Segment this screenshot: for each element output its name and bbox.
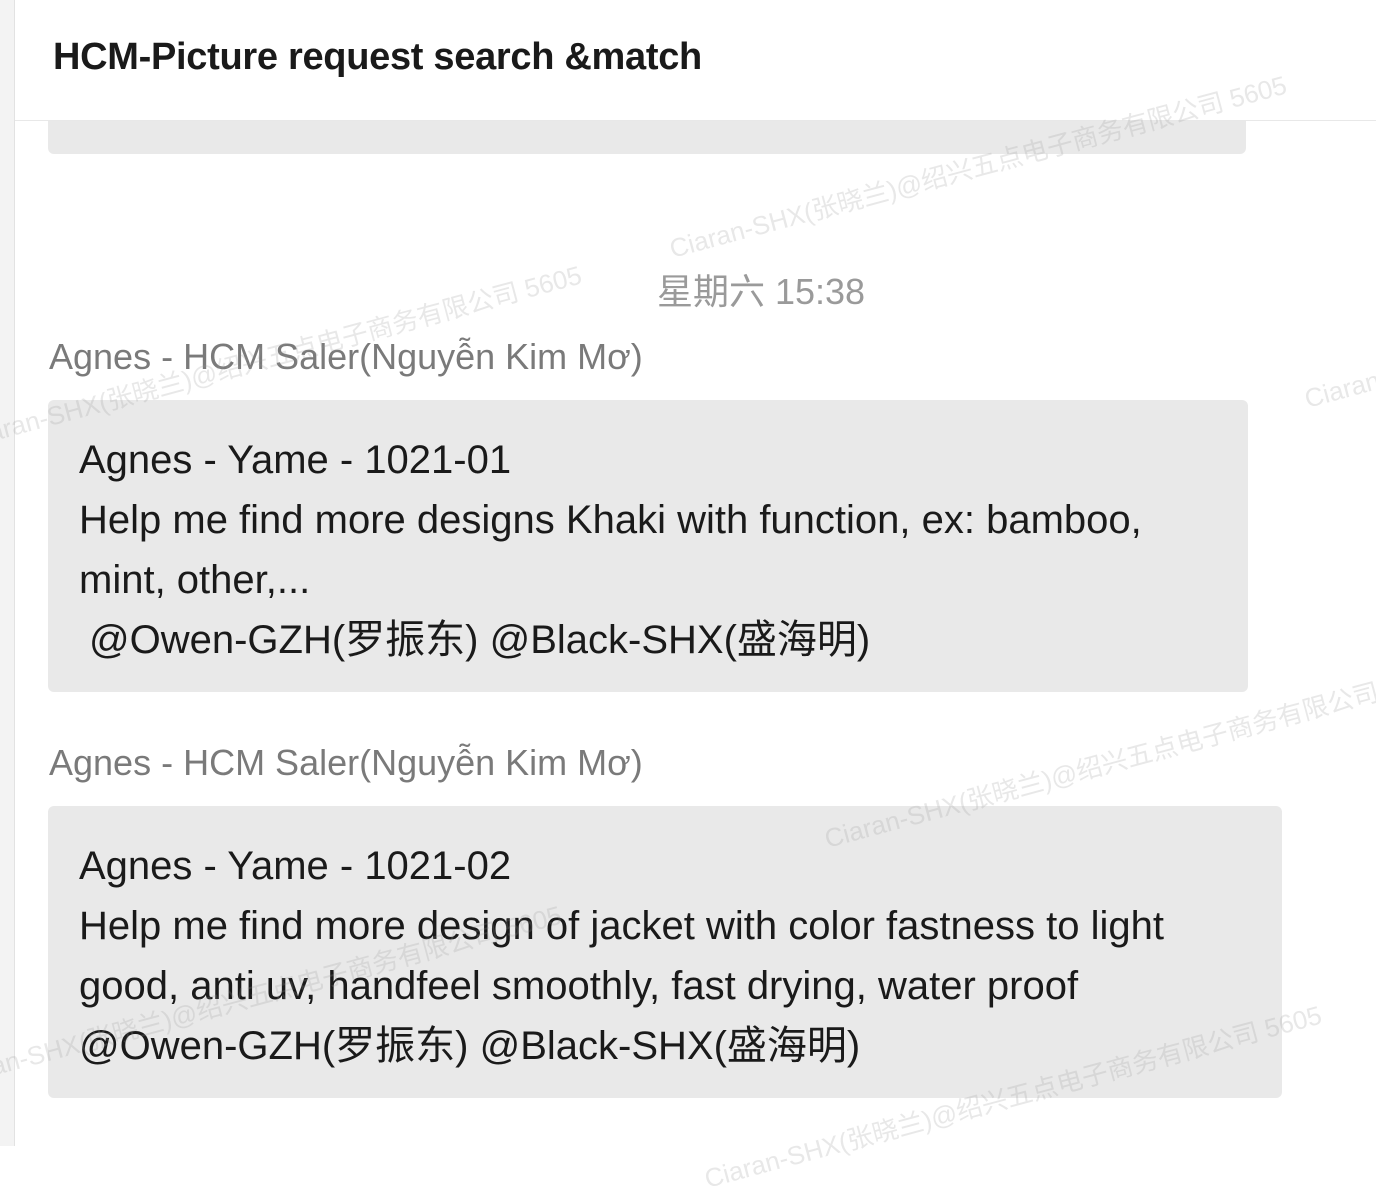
sender-name[interactable]: Agnes - HCM Saler(Nguyễn Kim Mơ) (49, 336, 643, 378)
left-rail (0, 0, 15, 1146)
message-line: Agnes - Yame - 1021-01 (79, 438, 512, 482)
mention-line: @Owen-GZH(罗振东) @Black-SHX(盛海明) (79, 610, 1218, 670)
mention-black[interactable]: @Black-SHX(盛海明) (480, 1024, 861, 1068)
mention-owen[interactable]: @Owen-GZH(罗振东) (79, 1024, 469, 1068)
mention-black[interactable]: @Black-SHX(盛海明) (490, 618, 871, 662)
message-bubble[interactable]: Agnes - Yame - 1021-02 Help me find more… (48, 806, 1282, 1098)
mention-line: @Owen-GZH(罗振东) @Black-SHX(盛海明) (79, 1016, 1252, 1076)
message-line: Agnes - Yame - 1021-02 (79, 844, 512, 888)
message-bubble[interactable]: Agnes - Yame - 1021-01 Help me find more… (48, 400, 1248, 692)
message-line: Help me find more designs Khaki with fun… (79, 498, 1142, 542)
message-line: good, anti uv, handfeel smoothly, fast d… (79, 964, 1079, 1008)
previous-message-bubble (48, 121, 1246, 154)
message-timestamp: 星期六 15:38 (656, 271, 866, 312)
chat-header: HCM-Picture request search &match (15, 0, 1376, 121)
mention-owen[interactable]: @Owen-GZH(罗振东) (89, 618, 479, 662)
chat-title: HCM-Picture request search &match (53, 36, 702, 78)
message-line: mint, other,... (79, 558, 311, 602)
message-line: Help me find more design of jacket with … (79, 904, 1164, 948)
message-list[interactable]: 星期六 15:38 Agnes - HCM Saler(Nguyễn Kim M… (15, 121, 1376, 1146)
sender-name[interactable]: Agnes - HCM Saler(Nguyễn Kim Mơ) (49, 742, 643, 784)
